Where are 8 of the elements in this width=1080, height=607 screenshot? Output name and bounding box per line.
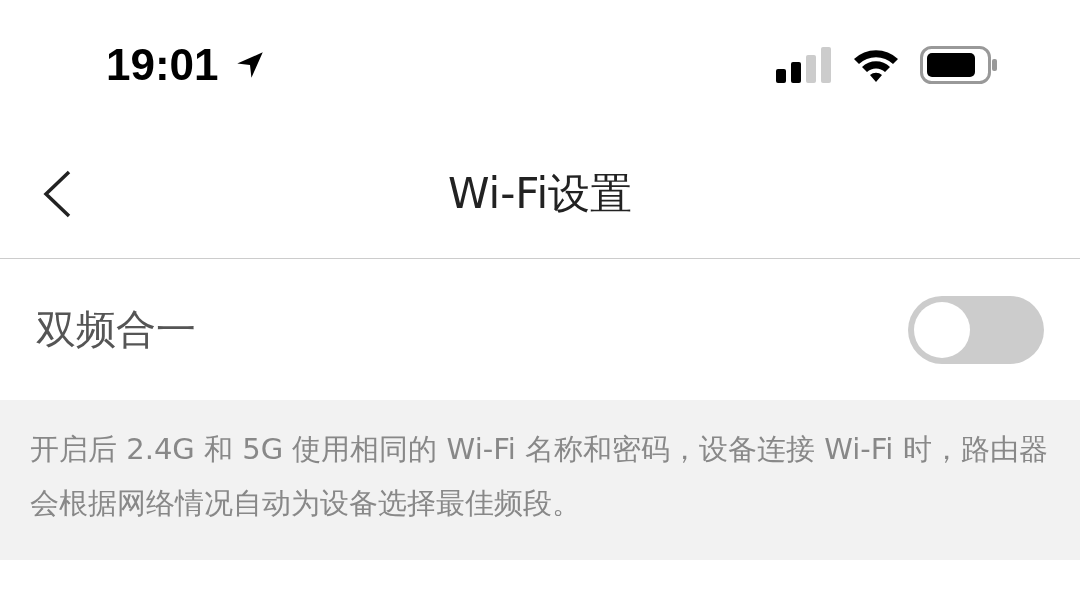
battery-icon [920, 46, 998, 84]
wifi-icon [852, 47, 900, 83]
back-icon[interactable] [42, 169, 72, 219]
page-title: Wi-Fi设置 [447, 168, 633, 220]
description-text: 开启后 2.4G 和 5G 使用相同的 Wi-Fi 名称和密码，设备连接 Wi-Fi 时，路由器会根据网络情况自动为设备选择最佳频段。 [30, 431, 1049, 522]
setting-label: 双频合一 [36, 305, 196, 354]
signal-icon [776, 47, 832, 83]
status-time: 19:01 [106, 40, 219, 90]
